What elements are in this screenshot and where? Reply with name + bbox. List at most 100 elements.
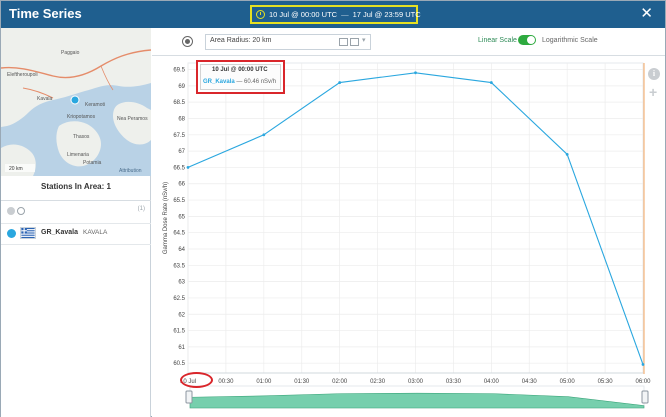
- x-tick-label: 01:30: [294, 379, 310, 385]
- area-radius-select[interactable]: Area Radius: 20 km ▾: [205, 34, 371, 50]
- y-tick-label: 62: [178, 312, 185, 318]
- station-item[interactable]: GR_Kavala KAVALA: [5, 224, 151, 244]
- y-tick-label: 67: [178, 149, 185, 155]
- x-grid: [187, 63, 644, 373]
- map-label: Thasos: [73, 134, 90, 140]
- y-tick-label: 69: [178, 84, 185, 90]
- station-dot-icon: [7, 229, 16, 238]
- y-tick-label: 65: [178, 214, 185, 220]
- y-tick-label: 68: [178, 116, 185, 122]
- chart-toolbar: Area Radius: 20 km ▾ Linear Scale Logari…: [152, 28, 665, 56]
- y-tick-label: 65.5: [173, 198, 185, 204]
- map-canvas[interactable]: Paggaio Eleftheroupoli Kavala Keramoti K…: [1, 28, 151, 176]
- time-navigator[interactable]: [185, 385, 649, 409]
- y-tick-label: 63.5: [173, 263, 185, 269]
- map-label: Kavala: [37, 96, 53, 102]
- clock-icon: [256, 10, 265, 19]
- x-tick-label: 04:00: [484, 379, 500, 385]
- data-point[interactable]: [641, 363, 645, 366]
- plus-icon[interactable]: +: [649, 85, 657, 99]
- x-tick-label: 03:30: [446, 379, 462, 385]
- x-tick-label: 04:30: [522, 379, 538, 385]
- map-attribution[interactable]: Attribution: [119, 168, 142, 174]
- map-label: Kriopotamos: [67, 114, 96, 120]
- title-bar: Time Series 10 Jul @ 00:00 UTC — 17 Jul …: [1, 1, 665, 28]
- select-none-radio[interactable]: [17, 207, 25, 215]
- tooltip-body: 10 Jul @ 00:00 UTC GR_Kavala — 60.46 nSv…: [200, 64, 281, 90]
- data-point[interactable]: [414, 71, 417, 75]
- time-series-window: Time Series 10 Jul @ 00:00 UTC — 17 Jul …: [0, 0, 666, 417]
- chart-tooltip: 10 Jul @ 00:00 UTC GR_Kavala — 60.46 nSv…: [196, 60, 285, 94]
- date-range-separator: —: [341, 10, 349, 19]
- tooltip-value: 60.46: [244, 79, 260, 85]
- linear-scale-label[interactable]: Linear Scale: [478, 37, 517, 44]
- y-tick-label: 60.5: [173, 361, 185, 367]
- data-point[interactable]: [262, 133, 266, 137]
- x-tick-label: 05:00: [560, 379, 576, 385]
- date-range-start: 10 Jul @ 00:00 UTC: [269, 10, 338, 19]
- y-tick-label: 61: [178, 345, 185, 351]
- y-tick-label: 69.5: [173, 68, 185, 74]
- y-tick-label: 68.5: [173, 100, 185, 106]
- date-range-selector[interactable]: 10 Jul @ 00:00 UTC — 17 Jul @ 23:59 UTC: [250, 5, 421, 24]
- x-tick-label: 02:30: [370, 379, 386, 385]
- map-label: Potamia: [83, 160, 102, 166]
- x-tick-label: 02:00: [332, 379, 348, 385]
- window-title: Time Series: [9, 6, 82, 21]
- radius-plus-icon[interactable]: [350, 38, 359, 46]
- chevron-down-icon[interactable]: ▾: [362, 36, 366, 44]
- y-tick-label: 67.5: [173, 133, 185, 139]
- tooltip-header: 10 Jul @ 00:00 UTC: [212, 67, 268, 73]
- area-radius-label: Area Radius: 20 km: [210, 37, 272, 44]
- tooltip-series-name: GR_Kavala: [203, 79, 235, 85]
- station-map[interactable]: Paggaio Eleftheroupoli Kavala Keramoti K…: [1, 28, 151, 176]
- x-tick-label: 05:30: [598, 379, 614, 385]
- divider: [1, 200, 151, 201]
- y-tick-label: 66: [178, 182, 185, 188]
- greece-flag-icon: [20, 227, 36, 239]
- data-point[interactable]: [565, 152, 569, 156]
- station-count: (1): [137, 206, 145, 212]
- station-name: GR_Kavala: [41, 229, 78, 236]
- map-label: Keramoti: [85, 102, 105, 108]
- map-label: Paggaio: [61, 50, 80, 56]
- tooltip-row: GR_Kavala — 60.46 nSv/h: [203, 79, 276, 85]
- selection-row: (1): [5, 206, 147, 218]
- settings-icon[interactable]: [182, 36, 193, 47]
- map-scale-label: 20 km: [9, 166, 23, 172]
- data-point[interactable]: [489, 81, 493, 84]
- x-tick-label: 00:30: [218, 379, 234, 385]
- map-label: Limenaria: [67, 152, 89, 158]
- y-tick-label: 63: [178, 280, 185, 286]
- divider: [1, 244, 151, 245]
- date-range-end: 17 Jul @ 23:59 UTC: [352, 10, 421, 19]
- navigator-left-handle[interactable]: [185, 390, 193, 404]
- y-tick-label: 64.5: [173, 231, 185, 237]
- select-all-radio[interactable]: [7, 207, 15, 215]
- first-tick-highlight: [180, 372, 213, 388]
- left-panel: Paggaio Eleftheroupoli Kavala Keramoti K…: [1, 28, 151, 417]
- station-marker[interactable]: [70, 95, 80, 105]
- chart-area: 60.5 61 61.5 62 62.5 63 63.5 64 64.5 65 65.5 66 66.5…: [152, 57, 665, 417]
- time-series-chart[interactable]: 60.5 61 61.5 62 62.5 63 63.5 64 64.5 65 65.5 66 66.5…: [152, 57, 665, 417]
- navigator-right-handle[interactable]: [641, 390, 649, 404]
- y-tick-label: 62.5: [173, 296, 185, 302]
- data-point[interactable]: [186, 166, 190, 169]
- y-tick-label: 66.5: [173, 165, 185, 171]
- x-tick-label: 03:00: [408, 379, 424, 385]
- y-tick-label: 64: [178, 247, 185, 253]
- x-axis: 10 Jul 00:30 01:00 01:30 02:00 02:30 03:00 03:3…: [180, 372, 651, 385]
- x-tick-label: 01:00: [256, 379, 272, 385]
- map-label: Eleftheroupoli: [7, 72, 38, 78]
- log-scale-label[interactable]: Logarithmic Scale: [542, 37, 598, 44]
- stations-title: Stations In Area: 1: [41, 182, 111, 191]
- close-icon[interactable]: ✕: [640, 4, 653, 22]
- radius-minus-icon[interactable]: [339, 38, 348, 46]
- data-point[interactable]: [338, 81, 342, 84]
- y-tick-label: 61.5: [173, 329, 185, 335]
- x-tick-label: 06:00: [635, 379, 651, 385]
- scale-toggle[interactable]: [518, 35, 536, 45]
- info-icon[interactable]: i: [648, 68, 660, 80]
- y-axis: 60.5 61 61.5 62 62.5 63 63.5 64 64.5 65 65.5 66 66.5…: [173, 68, 185, 368]
- tooltip-separator: —: [236, 79, 243, 85]
